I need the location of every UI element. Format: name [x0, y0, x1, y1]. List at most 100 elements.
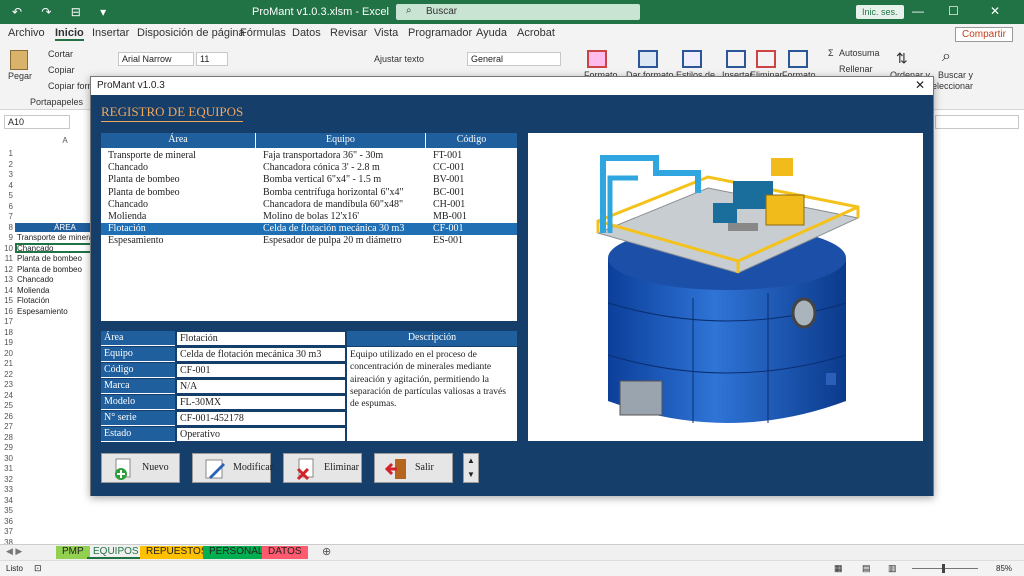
tab-insertar[interactable]: Insertar [92, 27, 129, 39]
paste-button[interactable]: Pegar [8, 71, 32, 81]
spin-down-icon[interactable]: ▼ [464, 468, 478, 482]
row-number[interactable]: 21 [0, 359, 14, 368]
autosum-button[interactable]: Autosuma [839, 48, 880, 58]
field-value[interactable]: Celda de flotación mecánica 30 m3 [176, 347, 346, 362]
search-box[interactable]: ⌕ Buscar [396, 4, 640, 20]
tab-formulas[interactable]: Fórmulas [240, 27, 286, 39]
row-number[interactable]: 13 [0, 275, 14, 284]
list-row[interactable]: Planta de bombeo Bomba centrífuga horizon… [101, 187, 517, 199]
row-number[interactable]: 4 [0, 181, 14, 190]
list-row[interactable]: Transporte de mineral Faja transportadora… [101, 150, 517, 162]
row-number[interactable]: 20 [0, 349, 14, 358]
equipment-listbox[interactable]: Área Equipo Código Transporte de mineral… [101, 133, 517, 321]
row-number[interactable]: 17 [0, 317, 14, 326]
field-value[interactable]: CF-001 [176, 363, 346, 378]
zoom-slider-handle[interactable] [942, 564, 945, 573]
page-break-icon[interactable]: ▥ [888, 563, 897, 574]
eliminar-button[interactable]: Eliminar [283, 453, 362, 483]
formula-input[interactable] [935, 115, 1019, 129]
zoom-level[interactable]: 85% [996, 564, 1012, 573]
row-number[interactable]: 25 [0, 401, 14, 410]
field-value[interactable]: Flotación [176, 331, 346, 346]
tab-ayuda[interactable]: Ayuda [476, 27, 507, 39]
copy-format-button[interactable]: Copiar form [48, 81, 95, 91]
field-value[interactable]: N/A [176, 379, 346, 394]
fill-button[interactable]: Rellenar [839, 64, 873, 74]
field-value[interactable]: FL-30MX [176, 395, 346, 410]
row-number[interactable]: 14 [0, 286, 14, 295]
sheet-tab-pmp[interactable]: PMP [56, 546, 90, 559]
tab-nav-arrows-icon[interactable]: ◀ ▶ [6, 546, 22, 557]
row-number[interactable]: 6 [0, 202, 14, 211]
tab-vista[interactable]: Vista [374, 27, 398, 39]
page-layout-icon[interactable]: ▤ [862, 563, 871, 574]
list-row[interactable]: Chancado Chancadora de mandíbula 60"x48" C… [101, 199, 517, 211]
row-number[interactable]: 27 [0, 422, 14, 431]
row-number[interactable]: 19 [0, 338, 14, 347]
font-name-select[interactable]: Arial Narrow [118, 52, 194, 66]
row-number[interactable]: 12 [0, 265, 14, 274]
wrap-text-button[interactable]: Ajustar texto [374, 54, 424, 64]
row-number[interactable]: 29 [0, 443, 14, 452]
sheet-tab-personal[interactable]: PERSONAL [203, 546, 270, 559]
row-number[interactable]: 15 [0, 296, 14, 305]
cut-button[interactable]: Cortar [48, 49, 73, 59]
dialog-close-icon[interactable]: ✕ [915, 78, 925, 92]
spin-up-icon[interactable]: ▲ [464, 454, 478, 468]
row-number[interactable]: 1 [0, 149, 14, 158]
row-number[interactable]: 7 [0, 212, 14, 221]
list-row[interactable]: Flotación Celda de flotación mecánica 30 … [101, 223, 517, 236]
row-number[interactable]: 10 [0, 244, 14, 253]
sheet-tab-equipos[interactable]: EQUIPOS [87, 546, 145, 559]
row-number[interactable]: 16 [0, 307, 14, 316]
add-sheet-icon[interactable]: ⊕ [322, 545, 331, 558]
row-number[interactable]: 5 [0, 191, 14, 200]
row-number[interactable]: 22 [0, 370, 14, 379]
row-number[interactable]: 35 [0, 506, 14, 515]
zoom-slider[interactable] [912, 568, 978, 569]
number-format-select[interactable]: General [467, 52, 561, 66]
tab-archivo[interactable]: Archivo [8, 27, 45, 39]
copy-button[interactable]: Copiar [48, 65, 75, 75]
row-number[interactable]: 9 [0, 233, 14, 242]
row-number[interactable]: 32 [0, 475, 14, 484]
row-number[interactable]: 34 [0, 496, 14, 505]
row-number[interactable]: 33 [0, 485, 14, 494]
quick-access-toolbar[interactable]: ↶ ↷ ⊟ ▾ [12, 5, 114, 19]
close-window-button[interactable]: ✕ [990, 4, 1000, 18]
list-row[interactable]: Chancado Chancadora cónica 3' - 2.8 m CC-0… [101, 162, 517, 174]
row-number[interactable]: 2 [0, 160, 14, 169]
list-row[interactable]: Espesamiento Espesador de pulpa 20 m diám… [101, 235, 517, 247]
description-textbox[interactable]: Equipo utilizado en el proceso de concen… [347, 347, 517, 441]
row-number[interactable]: 28 [0, 433, 14, 442]
list-row[interactable]: Planta de bombeo Bomba vertical 6"x4" - 1… [101, 174, 517, 186]
row-number[interactable]: 18 [0, 328, 14, 337]
find-select-button[interactable]: Buscar y [938, 70, 973, 80]
salir-button[interactable]: Salir [374, 453, 453, 483]
share-button[interactable]: Compartir [955, 27, 1013, 42]
row-number[interactable]: 36 [0, 517, 14, 526]
row-number[interactable]: 37 [0, 527, 14, 536]
name-box[interactable]: A10 [4, 115, 70, 129]
tab-inicio[interactable]: Inicio [55, 27, 84, 41]
normal-view-icon[interactable]: ▦ [834, 563, 843, 574]
tab-acrobat[interactable]: Acrobat [517, 27, 555, 39]
signin-button[interactable]: Inic. ses. [856, 5, 904, 19]
font-size-select[interactable]: 11 [196, 52, 228, 66]
tab-datos[interactable]: Datos [292, 27, 321, 39]
row-number[interactable]: 31 [0, 464, 14, 473]
maximize-button[interactable]: ☐ [948, 4, 959, 18]
scroll-spinner[interactable]: ▲ ▼ [463, 453, 479, 483]
row-number[interactable]: 3 [0, 170, 14, 179]
field-value[interactable]: Operativo [176, 427, 346, 442]
row-number[interactable]: 30 [0, 454, 14, 463]
sheet-tab-datos[interactable]: DATOS [262, 546, 308, 559]
row-number[interactable]: 11 [0, 254, 14, 263]
tab-programador[interactable]: Programador [408, 27, 472, 39]
tab-disposicion[interactable]: Disposición de página [137, 27, 245, 39]
list-row[interactable]: Molienda Molino de bolas 12'x16' MB-001 [101, 211, 517, 223]
row-number[interactable]: 24 [0, 391, 14, 400]
macro-record-icon[interactable]: ⊡ [34, 563, 42, 574]
modificar-button[interactable]: Modificar [192, 453, 273, 483]
field-value[interactable]: CF-001-452178 [176, 411, 346, 426]
